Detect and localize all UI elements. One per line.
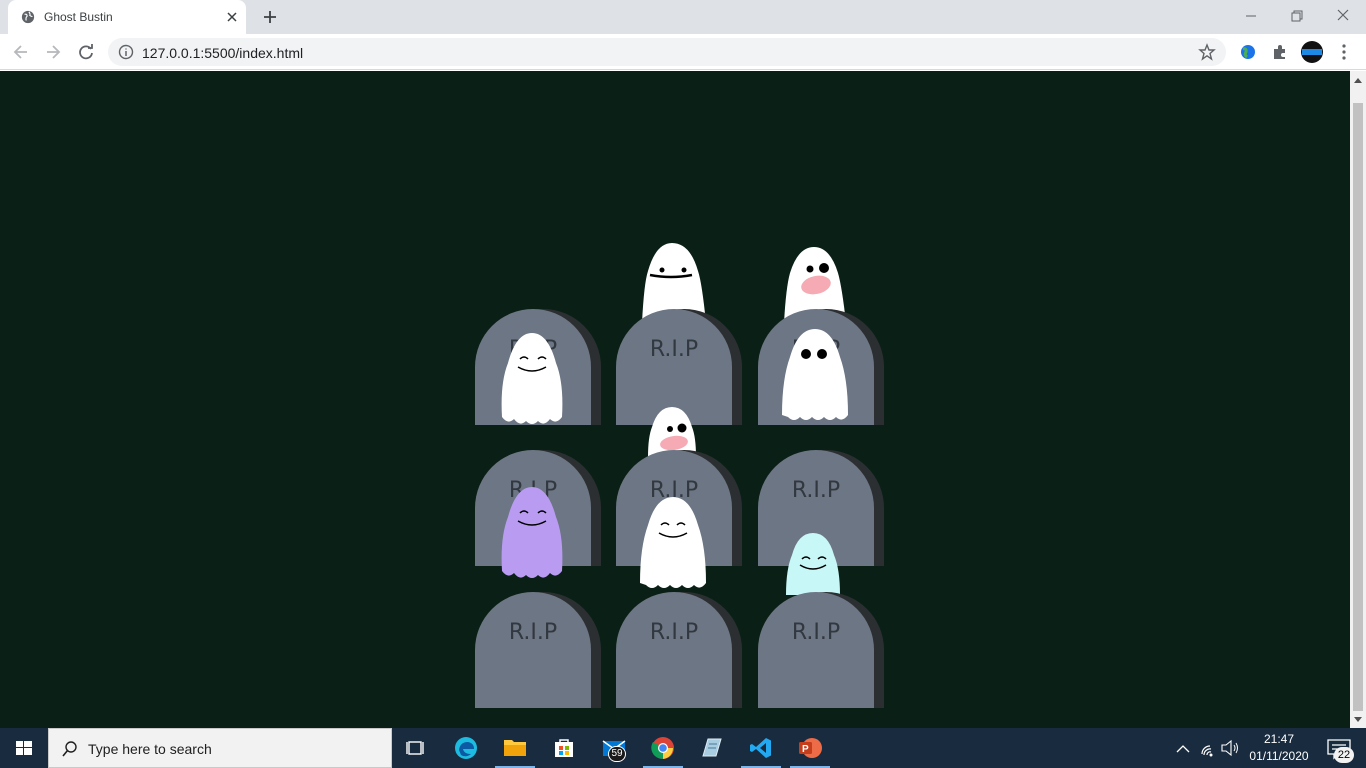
bookmark-star-icon[interactable] [1198, 43, 1216, 61]
new-tab-icon[interactable] [259, 6, 281, 28]
tab-title: Ghost Bustin [44, 10, 113, 24]
close-tab-icon[interactable] [223, 8, 241, 26]
task-view-button[interactable] [392, 728, 440, 768]
extension-globe-icon[interactable] [1238, 42, 1258, 62]
volume-speaker-icon[interactable] [1220, 728, 1240, 768]
vscode-app[interactable] [737, 728, 785, 768]
chrome-icon [651, 737, 674, 759]
menu-kebab-icon[interactable] [1334, 42, 1354, 62]
ghost-happy[interactable] [636, 497, 710, 591]
reload-icon[interactable] [75, 41, 97, 63]
scroll-down-icon[interactable] [1354, 715, 1362, 723]
game-page: R.I.P R.I.P R.I.P R.I.P R.I.P R.I.P [0, 71, 1350, 728]
ghost-surprised[interactable] [778, 329, 852, 423]
search-icon [62, 741, 77, 757]
mail-badge: 59 [608, 746, 626, 762]
windows-taskbar: Type here to search 59 P 21:47 01/11/202… [0, 728, 1366, 768]
system-clock[interactable]: 21:47 01/11/2020 [1240, 731, 1318, 765]
edge-app[interactable] [442, 728, 490, 768]
forward-icon[interactable] [42, 41, 64, 63]
notification-count: 22 [1334, 747, 1354, 763]
browser-tab[interactable]: Ghost Bustin [8, 0, 246, 34]
tombstone[interactable]: R.I.P [475, 592, 601, 708]
clock-date: 01/11/2020 [1249, 749, 1309, 763]
profile-avatar[interactable] [1300, 40, 1324, 64]
powerpoint-icon: P [799, 738, 822, 758]
windows-start-icon[interactable] [0, 728, 48, 768]
scroll-up-icon[interactable] [1354, 77, 1362, 85]
microsoft-store-app[interactable] [540, 728, 588, 768]
tab-strip: Ghost Bustin [0, 0, 1366, 34]
taskbar-search-box[interactable]: Type here to search [48, 728, 392, 768]
notepad-icon [702, 738, 722, 757]
show-hidden-icons-chevron-icon[interactable] [1174, 728, 1192, 768]
store-icon [555, 739, 573, 757]
clock-time: 21:47 [1263, 732, 1295, 746]
globe-icon [21, 10, 35, 24]
tombstone[interactable]: R.I.P [616, 592, 742, 708]
address-bar[interactable]: 127.0.0.1:5500/index.html [108, 38, 1226, 66]
tombstone[interactable]: R.I.P [758, 592, 884, 708]
file-explorer-app[interactable] [491, 728, 539, 768]
scroll-thumb[interactable] [1353, 103, 1363, 711]
tombstone-label: R.I.P [791, 478, 841, 503]
mail-app[interactable]: 59 [590, 728, 638, 768]
restore-icon[interactable] [1285, 5, 1309, 27]
ghost-cyan[interactable] [782, 533, 844, 595]
tombstone-label: R.I.P [791, 620, 841, 645]
tombstone-label: R.I.P [508, 620, 558, 645]
info-icon[interactable] [118, 44, 134, 60]
wifi-network-icon[interactable] [1198, 728, 1218, 768]
folder-icon [504, 740, 526, 756]
back-icon[interactable] [10, 41, 32, 63]
page-scrollbar[interactable] [1350, 71, 1366, 728]
task-view-icon [406, 741, 424, 755]
extensions-puzzle-icon[interactable] [1270, 42, 1290, 62]
url-text[interactable]: 127.0.0.1:5500/index.html [142, 45, 303, 61]
edge-icon [455, 737, 477, 759]
chrome-app[interactable] [639, 728, 687, 768]
vscode-icon [750, 738, 771, 758]
notepad-app[interactable] [688, 728, 736, 768]
powerpoint-app[interactable]: P [786, 728, 834, 768]
action-center-button[interactable]: 22 [1320, 728, 1360, 768]
search-placeholder: Type here to search [88, 741, 212, 757]
svg-text:P: P [802, 744, 809, 755]
browser-toolbar: 127.0.0.1:5500/index.html [0, 34, 1366, 70]
minimize-icon[interactable] [1239, 5, 1263, 27]
close-window-icon[interactable] [1331, 5, 1355, 27]
tombstone-label: R.I.P [649, 620, 699, 645]
ghost-happy[interactable] [496, 333, 568, 427]
tombstone-label: R.I.P [649, 337, 699, 362]
ghost-purple[interactable] [496, 487, 568, 581]
